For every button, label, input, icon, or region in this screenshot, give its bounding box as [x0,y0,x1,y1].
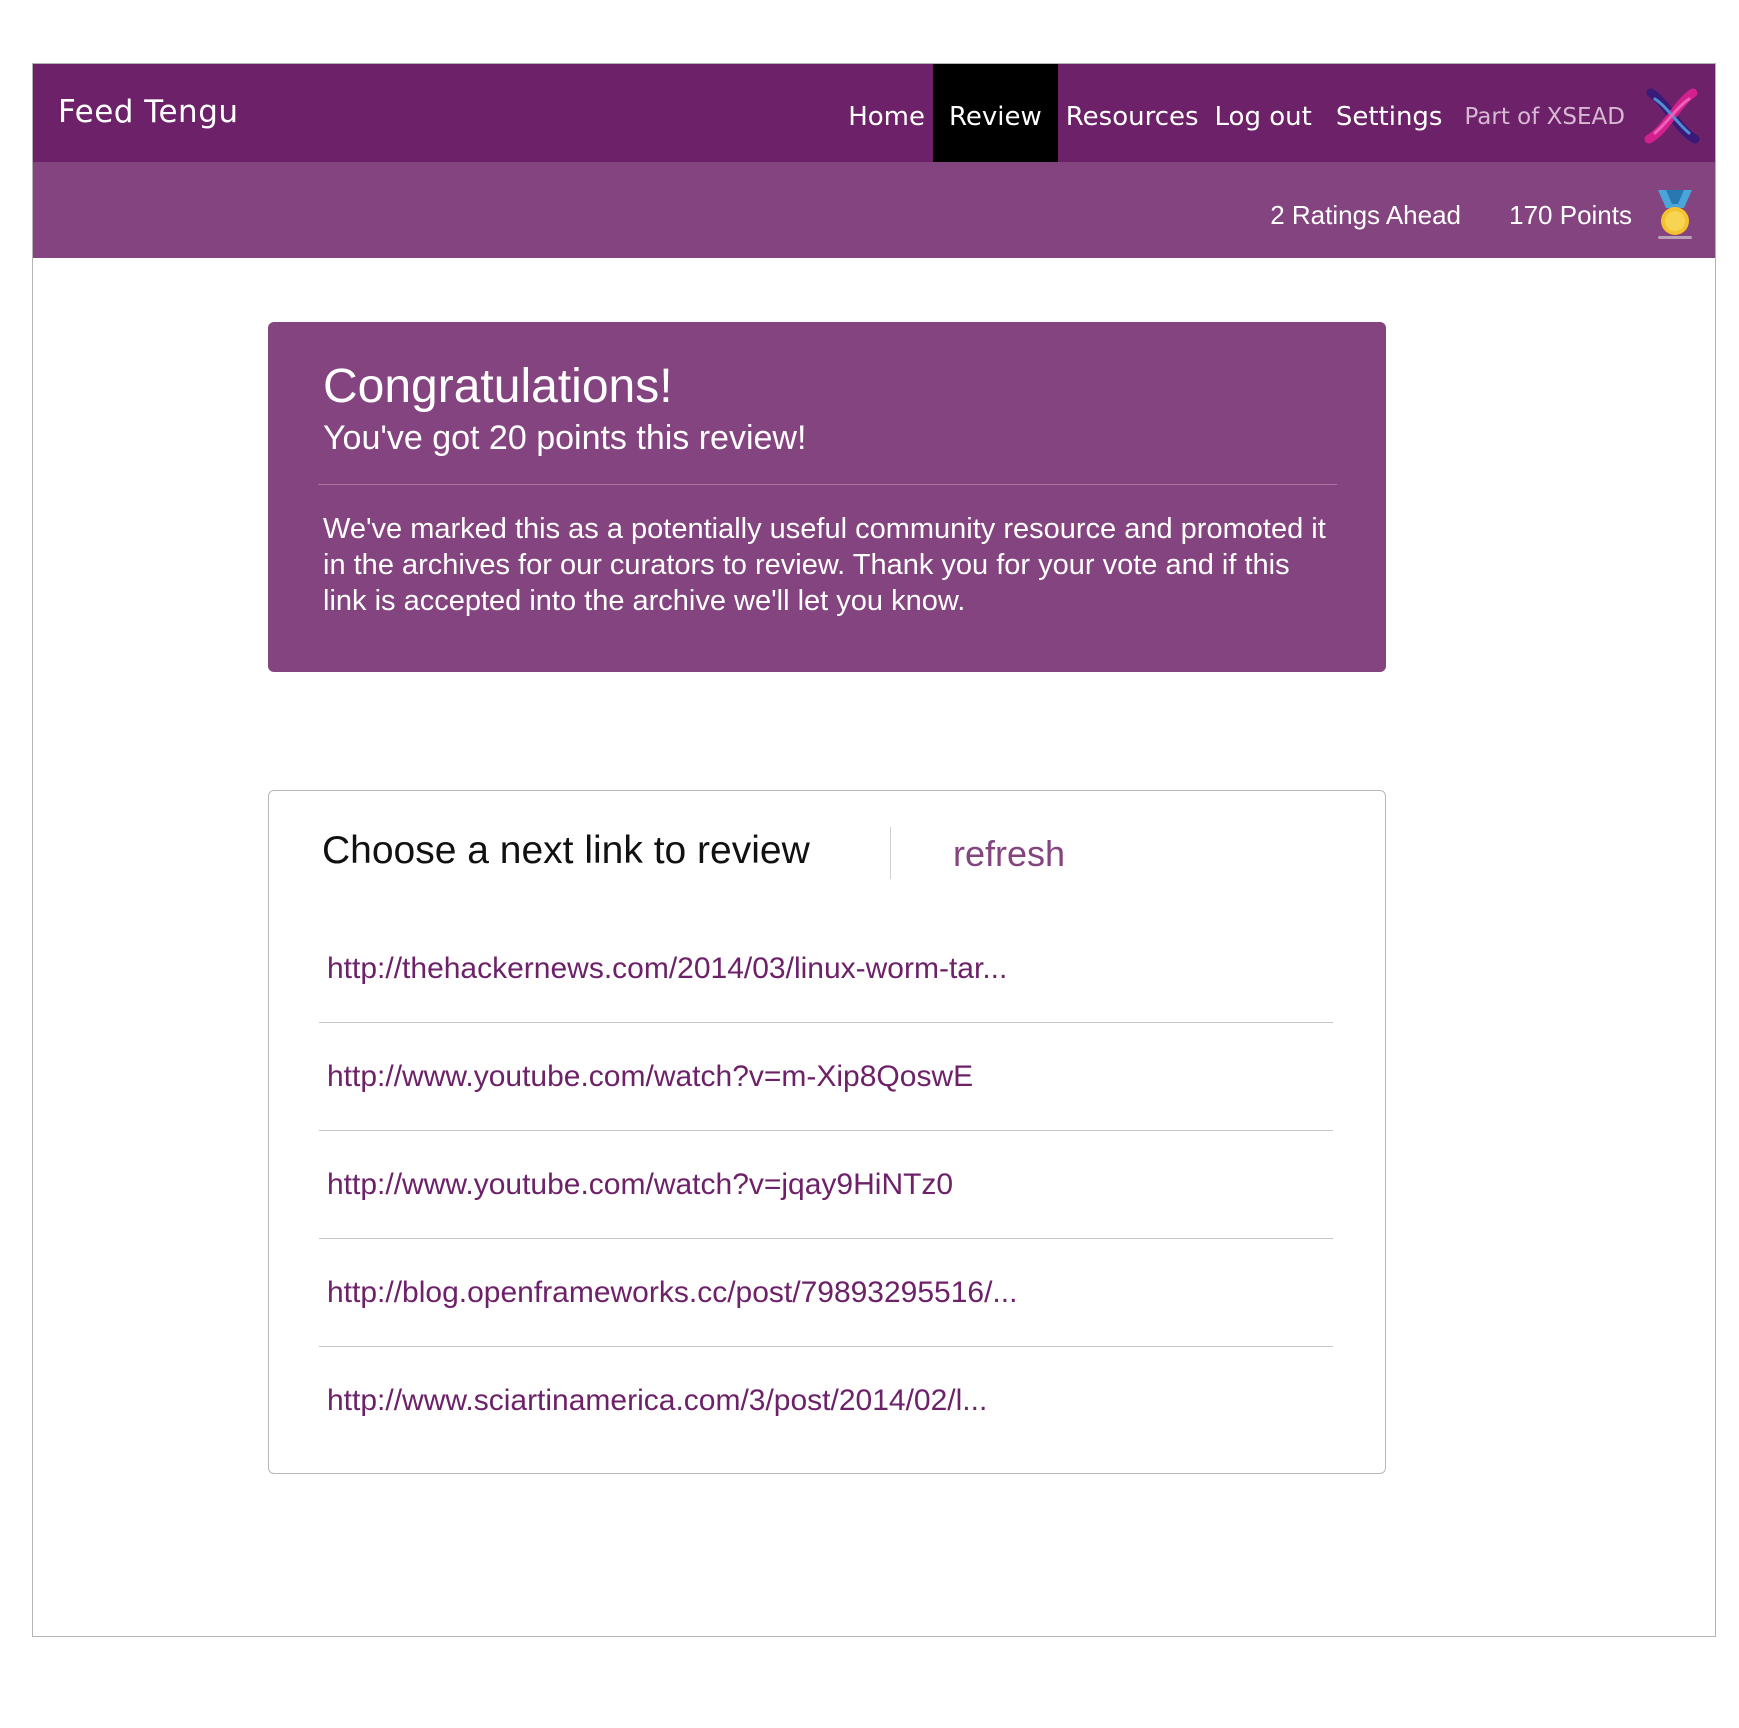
top-navbar: Feed Tengu Home Review Resources Log out… [33,64,1715,162]
main-nav: Home Review Resources Log out Settings P… [840,64,1715,162]
next-link-heading: Choose a next link to review [322,829,810,872]
list-item: http://www.sciartinamerica.com/3/post/20… [319,1347,1333,1455]
review-link-list: http://thehackernews.com/2014/03/linux-w… [319,915,1333,1455]
list-item: http://thehackernews.com/2014/03/linux-w… [319,915,1333,1023]
congrats-title: Congratulations! [323,360,673,413]
list-item: http://www.youtube.com/watch?v=m-Xip8Qos… [319,1023,1333,1131]
refresh-link[interactable]: refresh [953,833,1065,875]
review-link[interactable]: http://thehackernews.com/2014/03/linux-w… [327,952,1007,986]
review-link[interactable]: http://www.sciartinamerica.com/3/post/20… [327,1384,987,1418]
xsead-logo-icon[interactable] [1637,64,1715,162]
congratulations-panel: Congratulations! You've got 20 points th… [268,322,1386,672]
congrats-subtitle: You've got 20 points this review! [323,419,807,457]
nav-review[interactable]: Review [932,64,1058,162]
brand-title[interactable]: Feed Tengu [58,94,239,130]
next-link-panel: Choose a next link to review refresh htt… [268,790,1386,1474]
nav-logout[interactable]: Log out [1207,64,1320,162]
ratings-ahead: 2 Ratings Ahead [1270,200,1461,230]
nav-settings[interactable]: Settings [1328,64,1451,162]
nav-home[interactable]: Home [840,64,933,162]
nav-resources[interactable]: Resources [1058,64,1207,162]
congrats-message: We've marked this as a potentially usefu… [323,513,1326,617]
list-item: http://www.youtube.com/watch?v=jqay9HiNT… [319,1131,1333,1239]
heading-divider [890,827,891,879]
part-of-xsead-link[interactable]: Part of XSEAD [1450,64,1637,162]
congrats-divider [318,484,1337,485]
points-count: 170 Points [1509,200,1632,230]
review-link[interactable]: http://www.youtube.com/watch?v=jqay9HiNT… [327,1168,953,1202]
status-bar: 2 Ratings Ahead 170 Points [33,162,1715,258]
medal-icon [1652,188,1698,245]
review-link[interactable]: http://www.youtube.com/watch?v=m-Xip8Qos… [327,1060,973,1094]
list-item: http://blog.openframeworks.cc/post/79893… [319,1239,1333,1347]
review-link[interactable]: http://blog.openframeworks.cc/post/79893… [327,1276,1017,1310]
